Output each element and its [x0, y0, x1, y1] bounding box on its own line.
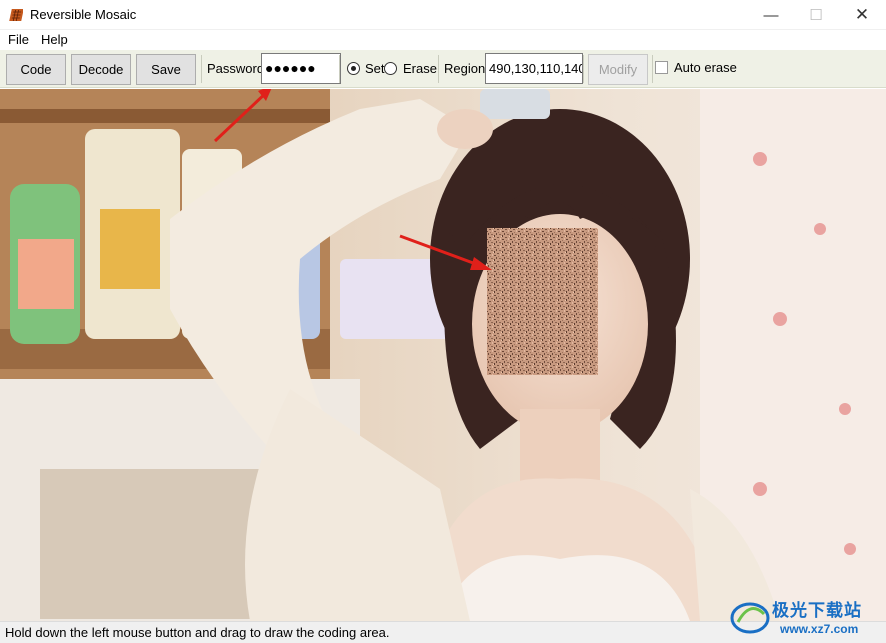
- auto-erase-checkbox[interactable]: [655, 61, 668, 74]
- password-label: Password: [207, 61, 265, 76]
- maximize-button[interactable]: ☐: [793, 0, 839, 30]
- save-button[interactable]: Save: [136, 54, 196, 85]
- close-button[interactable]: ✕: [839, 0, 885, 30]
- toolbar-separator: [652, 55, 653, 83]
- toolbar-separator: [201, 55, 202, 83]
- erase-radio[interactable]: [384, 62, 397, 75]
- window-title: Reversible Mosaic: [30, 7, 137, 22]
- code-button[interactable]: Code: [6, 54, 66, 85]
- photo: [0, 89, 886, 621]
- title-bar: Reversible Mosaic — ☐ ✕: [0, 0, 886, 30]
- mosaic-region: [487, 228, 598, 375]
- image-canvas[interactable]: [0, 89, 886, 621]
- region-field[interactable]: 490,130,110,140: [485, 53, 583, 84]
- watermark-url: www.xz7.com: [780, 622, 859, 636]
- decode-button[interactable]: Decode: [71, 54, 131, 85]
- region-label: Region: [444, 61, 486, 76]
- menu-file[interactable]: File: [8, 32, 29, 47]
- toolbar-separator: [339, 55, 340, 83]
- app-mosaic-icon: [9, 9, 23, 21]
- toolbar: Code Decode Save Password ●●●●●● Set Era…: [0, 50, 886, 88]
- set-radio[interactable]: [347, 62, 360, 75]
- auto-erase-label[interactable]: Auto erase: [674, 60, 737, 75]
- set-radio-label[interactable]: Set: [365, 61, 385, 76]
- erase-radio-label[interactable]: Erase: [403, 61, 437, 76]
- toolbar-separator: [583, 55, 584, 83]
- close-icon: ✕: [854, 5, 870, 24]
- password-field[interactable]: ●●●●●●: [261, 53, 341, 84]
- watermark-brand: 极光下载站: [772, 601, 862, 620]
- modify-button[interactable]: Modify: [588, 54, 648, 85]
- minimize-icon: —: [763, 6, 779, 24]
- menu-help[interactable]: Help: [41, 32, 68, 47]
- maximize-icon: ☐: [809, 7, 823, 24]
- minimize-button[interactable]: —: [748, 0, 794, 30]
- status-text: Hold down the left mouse button and drag…: [5, 625, 390, 640]
- toolbar-separator: [438, 55, 439, 83]
- menu-bar: File Help: [0, 30, 886, 50]
